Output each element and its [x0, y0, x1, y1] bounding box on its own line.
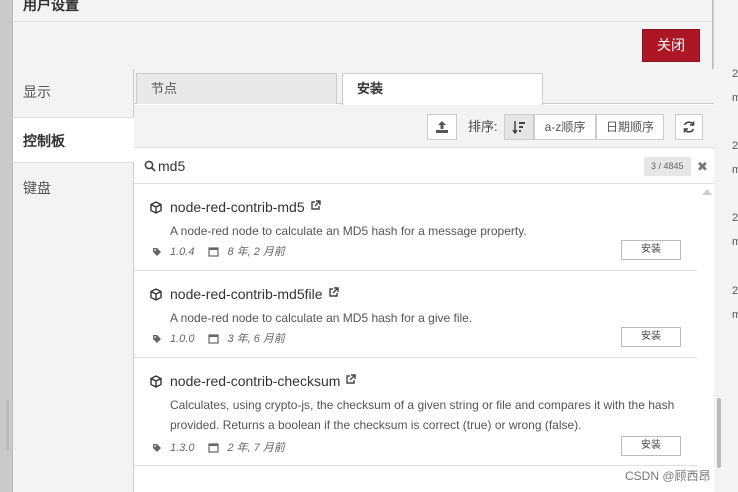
sort-amount-icon [512, 121, 525, 135]
search-input[interactable] [158, 156, 558, 176]
calendar-icon [208, 247, 220, 257]
tab-install[interactable]: 安装 [342, 73, 543, 105]
bg-text: 2 [732, 285, 738, 297]
package-description: Calculates, using crypto-js, the checksu… [170, 398, 675, 432]
package-updated: 3 年, 6 月前 [227, 333, 285, 345]
background-scrollbar[interactable] [717, 398, 721, 468]
package-updated: 8 年, 2 月前 [227, 246, 285, 258]
background-right-panel: 2 m 2 m 2 m 2 m [713, 0, 738, 492]
bg-text: m [732, 92, 738, 104]
sort-label: 排序: [468, 119, 498, 134]
list-item: node-red-contrib-md5file A node-red node… [134, 272, 697, 358]
sidebar-item-palette[interactable]: 控制板 [13, 117, 135, 163]
close-button[interactable]: 关闭 [642, 29, 700, 62]
refresh-icon [683, 121, 695, 133]
sidebar-item-view[interactable]: 显示 [13, 69, 134, 115]
user-settings-dialog: 用户设置 关闭 显示 控制板 键盘 节点 安装 排序: a-z顺序 日期顺序 m… [12, 0, 714, 492]
bg-text: m [732, 236, 738, 248]
dialog-title: 用户设置 [13, 0, 712, 22]
tab-nodes[interactable]: 节点 [136, 73, 337, 104]
package-description: A node-red node to calculate an MD5 hash… [170, 224, 527, 238]
package-name[interactable]: node-red-contrib-md5 [170, 199, 321, 215]
sort-relevance-button[interactable] [504, 114, 534, 140]
scroll-up-icon[interactable] [702, 189, 712, 195]
watermark: CSDN @顾西昂 [625, 469, 711, 483]
clear-search-icon[interactable]: ✖ [697, 157, 708, 176]
package-name[interactable]: node-red-contrib-checksum [170, 373, 357, 389]
install-button[interactable]: 安装 [621, 240, 681, 260]
external-link-icon[interactable] [328, 287, 339, 298]
install-button[interactable]: 安装 [621, 436, 681, 456]
package-list-scrollbar[interactable] [700, 185, 714, 492]
package-name-text[interactable]: node-red-contrib-checksum [170, 373, 340, 389]
background-left-panel [0, 0, 12, 492]
bg-text: m [732, 164, 738, 176]
external-link-icon[interactable] [345, 374, 357, 385]
cube-icon [150, 288, 162, 301]
calendar-icon [208, 443, 220, 453]
sidebar-item-keyboard[interactable]: 键盘 [13, 165, 134, 211]
package-meta: 1.0.0 3 年, 6 月前 [152, 330, 299, 346]
upload-button[interactable] [427, 114, 457, 140]
bg-text: m [732, 309, 738, 321]
package-meta: 1.0.4 8 年, 2 月前 [152, 243, 299, 259]
bg-text: 2 [732, 140, 738, 152]
tag-icon [153, 335, 161, 343]
package-name-text[interactable]: node-red-contrib-md5 [170, 199, 305, 215]
package-list: node-red-contrib-md5 A node-red node to … [134, 185, 714, 492]
package-description: A node-red node to calculate an MD5 hash… [170, 311, 473, 325]
package-version: 1.0.0 [170, 333, 195, 345]
sort-date-button[interactable]: 日期顺序 [596, 114, 664, 140]
tag-icon [153, 248, 161, 256]
cube-icon [150, 201, 162, 214]
upload-icon [436, 121, 448, 133]
package-version: 1.0.4 [170, 246, 195, 258]
package-version: 1.3.0 [170, 442, 195, 454]
dialog-header: 关闭 [13, 22, 712, 69]
install-button[interactable]: 安装 [621, 327, 681, 347]
palette-panel: 节点 安装 排序: a-z顺序 日期顺序 3 / 4845 ✖ [134, 69, 714, 492]
refresh-button[interactable] [675, 114, 703, 140]
package-updated: 2 年, 7 月前 [227, 442, 285, 454]
list-item: node-red-contrib-checksum Calculates, us… [134, 359, 697, 466]
package-meta: 1.3.0 2 年, 7 月前 [152, 439, 299, 455]
install-toolbar: 排序: a-z顺序 日期顺序 [134, 105, 714, 148]
package-name-text[interactable]: node-red-contrib-md5file [170, 286, 323, 302]
cube-icon [150, 375, 162, 388]
sort-az-button[interactable]: a-z顺序 [534, 114, 596, 140]
bg-text: 2 [732, 68, 738, 80]
tag-icon [153, 444, 161, 452]
search-bar: 3 / 4845 ✖ [134, 149, 714, 184]
background-scrollbar [6, 400, 9, 450]
external-link-icon[interactable] [310, 200, 321, 211]
tab-bar: 节点 安装 [134, 69, 714, 105]
bg-text: 2 [732, 212, 738, 224]
list-item: node-red-contrib-md5 A node-red node to … [134, 185, 697, 271]
result-count: 3 / 4845 [644, 157, 691, 176]
calendar-icon [208, 334, 220, 344]
package-name[interactable]: node-red-contrib-md5file [170, 286, 339, 302]
search-icon [144, 160, 156, 172]
settings-sidebar: 显示 控制板 键盘 [13, 69, 135, 492]
